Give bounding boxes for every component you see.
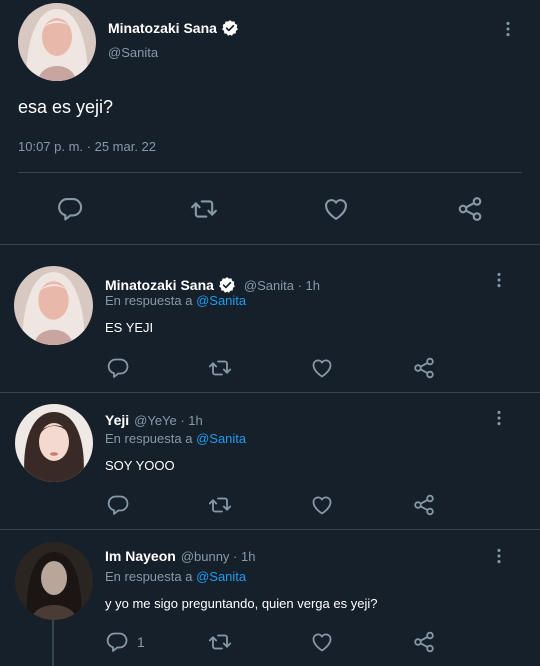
- more-options-button[interactable]: [498, 17, 518, 41]
- reply-prefix: En respuesta a: [105, 569, 193, 584]
- avatar[interactable]: [18, 3, 96, 81]
- more-options-button[interactable]: [489, 268, 509, 292]
- retweet-icon: [207, 630, 233, 654]
- reply-context: En respuesta a @Sanita: [105, 569, 246, 584]
- reply-icon: [106, 493, 130, 517]
- reply-context: En respuesta a @Sanita: [105, 293, 246, 308]
- share-icon: [412, 630, 436, 654]
- share-button[interactable]: [411, 355, 437, 381]
- like-button[interactable]: [309, 629, 335, 655]
- author-handle-time[interactable]: @YeYe · 1h: [134, 413, 203, 428]
- divider: [18, 172, 522, 173]
- reply-icon: [56, 195, 84, 223]
- like-button[interactable]: [309, 355, 335, 381]
- author-name[interactable]: Yeji: [105, 412, 129, 428]
- divider: [0, 244, 540, 245]
- reply-to-link[interactable]: @Sanita: [196, 293, 246, 308]
- retweet-icon: [189, 195, 219, 223]
- reply-count: 1: [137, 634, 145, 650]
- more-options-button[interactable]: [489, 406, 509, 430]
- more-icon: [501, 19, 515, 39]
- more-icon: [492, 270, 506, 290]
- share-button[interactable]: [411, 629, 437, 655]
- divider: [0, 529, 540, 530]
- like-icon: [322, 195, 350, 223]
- retweet-button[interactable]: [206, 355, 234, 381]
- like-button[interactable]: [321, 194, 351, 224]
- share-icon: [412, 493, 436, 517]
- author-handle-time[interactable]: @Sanita · 1h: [244, 278, 320, 293]
- reply-icon: [105, 630, 129, 654]
- author-name[interactable]: Im Nayeon: [105, 548, 176, 564]
- thread-line: [52, 620, 54, 666]
- verified-badge-icon: [221, 19, 239, 37]
- reply-icon: [106, 356, 130, 380]
- author-handle[interactable]: @Sanita: [108, 45, 158, 60]
- retweet-icon: [207, 493, 233, 517]
- like-icon: [310, 630, 334, 654]
- author-name[interactable]: Minatozaki Sana: [108, 20, 217, 36]
- retweet-icon: [207, 356, 233, 380]
- like-icon: [310, 493, 334, 517]
- divider: [0, 392, 540, 393]
- like-button[interactable]: [309, 492, 335, 518]
- avatar[interactable]: [15, 542, 93, 620]
- tweet-text: SOY YOOO: [105, 458, 175, 473]
- verified-badge-icon: [218, 276, 236, 294]
- author-handle-time[interactable]: @bunny · 1h: [181, 549, 256, 564]
- share-icon: [456, 195, 484, 223]
- tweet-text: ES YEJI: [105, 320, 154, 335]
- like-icon: [310, 356, 334, 380]
- tweet-timestamp[interactable]: 10:07 p. m. · 25 mar. 22: [18, 139, 156, 154]
- tweet-text: esa es yeji?: [18, 97, 114, 117]
- share-button[interactable]: [411, 492, 437, 518]
- avatar[interactable]: [14, 266, 93, 345]
- reply-to-link[interactable]: @Sanita: [196, 431, 246, 446]
- reply-button[interactable]: [105, 492, 131, 518]
- share-icon: [412, 356, 436, 380]
- retweet-button[interactable]: [188, 194, 220, 224]
- more-options-button[interactable]: [489, 544, 509, 568]
- more-icon: [492, 546, 506, 566]
- share-button[interactable]: [455, 194, 485, 224]
- reply-button[interactable]: [55, 194, 85, 224]
- tweet-text: y yo me sigo preguntando, quien verga es…: [105, 596, 378, 611]
- reply-prefix: En respuesta a: [105, 293, 193, 308]
- retweet-button[interactable]: [206, 492, 234, 518]
- reply-button[interactable]: 1: [105, 629, 151, 655]
- more-icon: [492, 408, 506, 428]
- retweet-button[interactable]: [206, 629, 234, 655]
- author-name[interactable]: Minatozaki Sana: [105, 277, 214, 293]
- reply-button[interactable]: [105, 355, 131, 381]
- avatar[interactable]: [15, 404, 93, 482]
- reply-prefix: En respuesta a: [105, 431, 193, 446]
- reply-to-link[interactable]: @Sanita: [196, 569, 246, 584]
- reply-context: En respuesta a @Sanita: [105, 431, 246, 446]
